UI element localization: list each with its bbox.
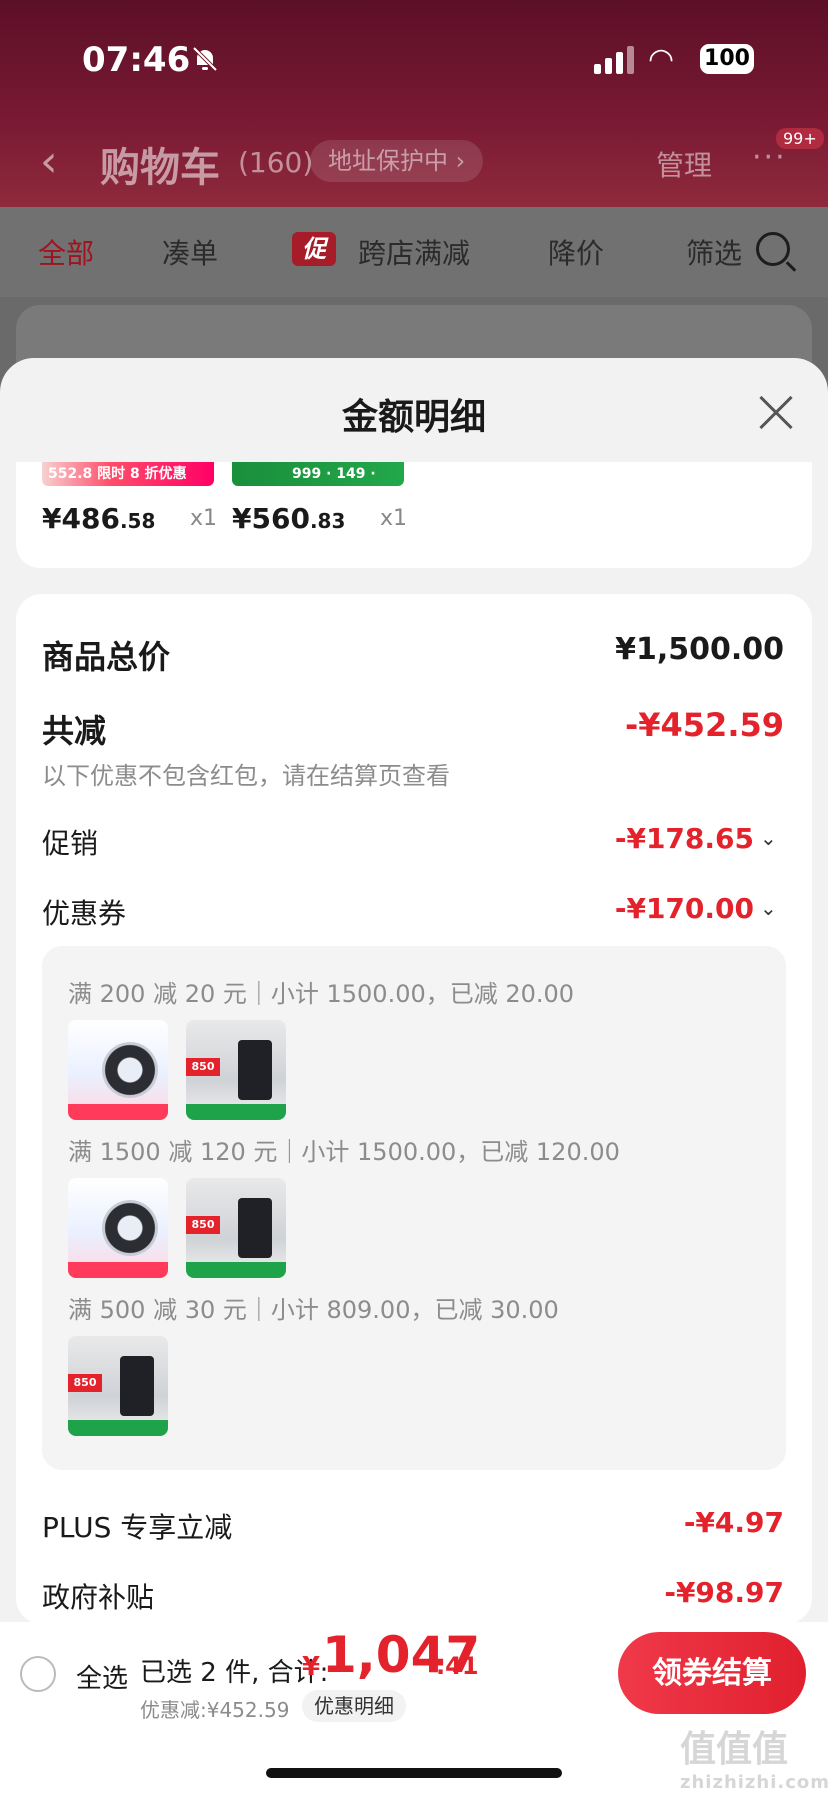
signal-icon xyxy=(594,46,638,74)
home-indicator xyxy=(266,1768,562,1778)
total-currency: ¥ xyxy=(302,1652,321,1682)
coupon-rule: 满 500 减 30 元｜小计 809.00，已减 30.00 xyxy=(68,1296,559,1324)
tab-all[interactable]: 全部 xyxy=(38,232,94,272)
product-thumb-banner: 552.8 限时 8 折优惠 xyxy=(42,462,214,486)
back-button[interactable]: ‹ xyxy=(40,136,58,187)
reduce-note: 以下优惠不包含红包，请在结算页查看 xyxy=(42,762,450,790)
coupon-value[interactable]: -¥170.00 xyxy=(615,892,754,925)
wifi-icon: ◠ xyxy=(648,42,675,77)
product-quantity: x1 xyxy=(380,506,408,531)
tab-cross-store-discount[interactable]: 跨店满减 xyxy=(358,232,470,272)
close-icon[interactable] xyxy=(756,392,796,432)
product-thumbnail-cable-reel xyxy=(68,1178,168,1278)
product-thumbnail-switch: 850 xyxy=(186,1178,286,1278)
product-thumbnail-switch: 850 xyxy=(68,1336,168,1436)
status-time: 07:46 xyxy=(82,40,191,80)
product-thumbnail-cable-reel xyxy=(68,1020,168,1120)
product-price: ¥560.83 xyxy=(232,502,346,535)
promotion-value[interactable]: -¥178.65 xyxy=(615,822,754,855)
address-protection-pill[interactable]: 地址保护中 › xyxy=(310,140,484,182)
sheet-title: 金额明细 xyxy=(341,397,486,438)
search-icon[interactable] xyxy=(756,232,790,266)
promo-badge: 促 xyxy=(292,232,336,266)
total-reduce-label: 共减 xyxy=(42,712,107,750)
select-all-checkbox[interactable] xyxy=(20,1656,56,1692)
total-reduce-value: -¥452.59 xyxy=(624,706,784,744)
tab-price-drop[interactable]: 降价 xyxy=(548,232,604,272)
cart-count: (160) xyxy=(238,146,314,179)
coupon-rule: 满 1500 减 120 元｜小计 1500.00，已减 120.00 xyxy=(68,1138,620,1166)
plus-discount-label: PLUS 专享立减 xyxy=(42,1511,233,1544)
product-thumbnail-switch: 850 xyxy=(186,1020,286,1120)
coupon-label: 优惠券 xyxy=(42,897,127,930)
select-all-label[interactable]: 全选 xyxy=(76,1658,128,1695)
bell-muted-icon xyxy=(192,46,218,72)
gov-subsidy-value: -¥98.97 xyxy=(664,1576,784,1609)
total-price-label: 商品总价 xyxy=(42,638,171,676)
product-quantity: x1 xyxy=(190,506,218,531)
selected-summary: 已选 2 件, 合计: xyxy=(140,1658,329,1688)
watermark: 值值值 zhizhizhi.com xyxy=(680,1729,828,1793)
product-thumb-banner: 999 · 149 · 850 xyxy=(232,462,404,506)
manage-button[interactable]: 管理 xyxy=(656,144,712,184)
discount-detail-button[interactable]: 优惠明细 xyxy=(302,1690,406,1722)
total-amount-decimal: .41 xyxy=(436,1652,479,1680)
promotion-label: 促销 xyxy=(42,827,99,860)
gov-subsidy-label: 政府补贴 xyxy=(42,1581,155,1614)
chevron-up-icon[interactable]: ⌄ xyxy=(760,896,777,920)
cart-title: 购物车 xyxy=(100,145,220,191)
battery-icon: 100 xyxy=(700,44,754,74)
tab-bundle[interactable]: 凑单 xyxy=(162,232,218,272)
coupon-rule: 满 200 减 20 元｜小计 1500.00，已减 20.00 xyxy=(68,980,575,1008)
product-price: ¥486.58 xyxy=(42,502,156,535)
message-badge: 99+ xyxy=(776,128,824,149)
checkout-button[interactable]: 领券结算 xyxy=(618,1632,806,1714)
tab-filter[interactable]: 筛选 xyxy=(686,232,742,272)
plus-discount-value: -¥4.97 xyxy=(683,1506,784,1539)
chevron-down-icon[interactable]: ⌄ xyxy=(760,826,777,850)
total-price-value: ¥1,500.00 xyxy=(615,632,784,667)
discount-summary: 优惠减:¥452.59 xyxy=(140,1698,290,1722)
